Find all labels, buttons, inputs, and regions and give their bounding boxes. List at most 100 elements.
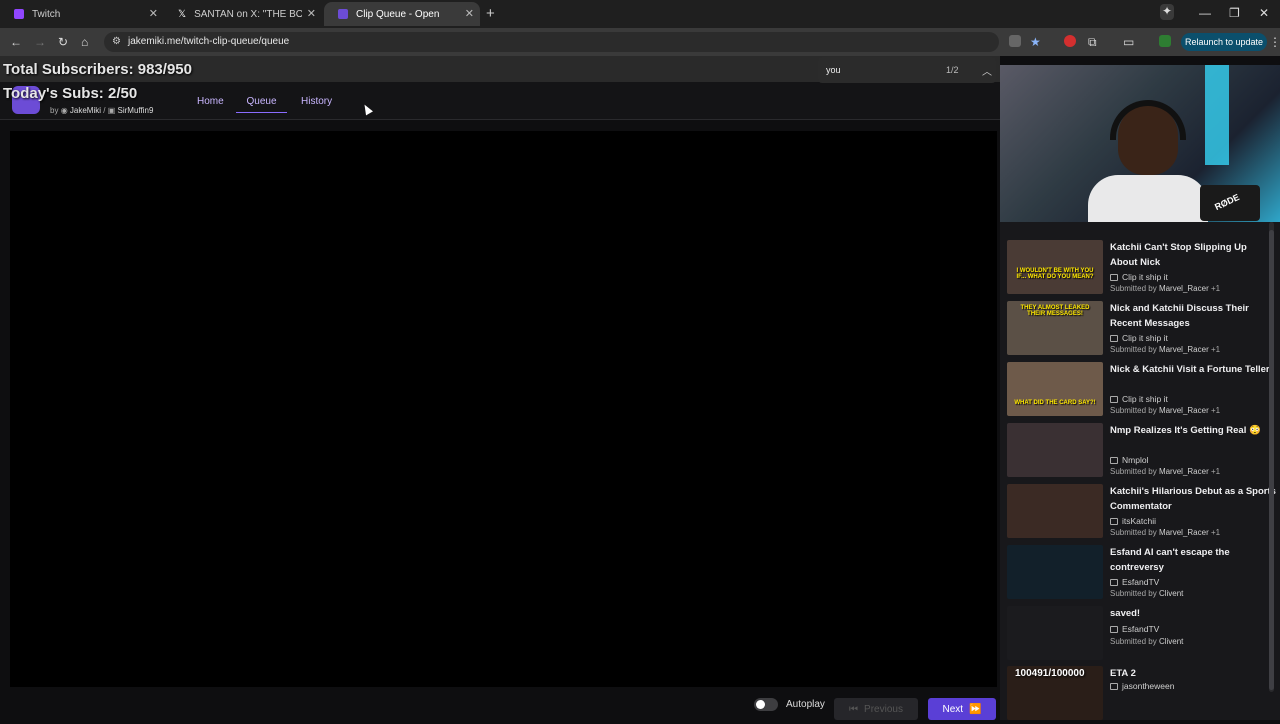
relaunch-button[interactable]: Relaunch to update [1181, 33, 1267, 51]
tab-twitch[interactable]: Twitch ✕ [0, 2, 164, 26]
clip-item[interactable]: I wouldn't be with you if... what do you… [1007, 240, 1277, 298]
url-field[interactable]: ⚙ jakemiki.me/twitch-clip-queue/queue [104, 32, 999, 52]
player-controls: Autoplay ⏮ Previous Next ⏩ [740, 696, 1000, 720]
clip-title: ETA 2 [1110, 668, 1136, 679]
nav-history[interactable]: History [301, 96, 332, 107]
clip-thumbnail[interactable] [1007, 423, 1103, 477]
tab-clip-queue[interactable]: Clip Queue - Open ✕ [324, 2, 480, 26]
channel-icon [1110, 396, 1118, 403]
author-link-2[interactable]: SirMuffin9 [118, 106, 154, 115]
app-byline: by ◉ JakeMiki / ▣ SirMuffin9 [50, 106, 153, 115]
find-query[interactable]: you [826, 65, 841, 75]
clip-channel: EsfandTV [1110, 624, 1159, 634]
url-text: jakemiki.me/twitch-clip-queue/queue [128, 36, 290, 47]
autoplay-toggle[interactable] [754, 698, 778, 711]
webcam-overlay: RØDE [1000, 65, 1280, 222]
clip-thumbnail[interactable] [1007, 484, 1103, 538]
reload-icon[interactable]: ↻ [58, 35, 68, 49]
clip-thumbnail[interactable] [1007, 606, 1103, 660]
clip-thumbnail[interactable]: 100491/100000 [1007, 666, 1103, 720]
streamer-shirt [1088, 175, 1208, 222]
maximize-icon[interactable]: ❐ [1229, 6, 1240, 20]
close-icon[interactable]: ✕ [307, 7, 316, 20]
clip-item[interactable]: Katchii's Hilarious Debut as a Sports Co… [1007, 484, 1277, 542]
clip-item[interactable]: What did the card say?! Nick & Katchii V… [1007, 362, 1277, 420]
window-close-icon[interactable]: ✕ [1259, 6, 1269, 20]
author-link-1[interactable]: JakeMiki [70, 106, 101, 115]
clip-channel: Nmplol [1110, 455, 1148, 465]
toggle-knob [756, 700, 765, 709]
github-icon: ◉ [60, 106, 68, 115]
clip-thumbnail[interactable]: What did the card say?! [1007, 362, 1103, 416]
clip-queue-list: I wouldn't be with you if... what do you… [1000, 222, 1280, 720]
channel-icon [1110, 626, 1118, 633]
thumbnail-caption: I wouldn't be with you if... what do you… [1016, 268, 1094, 280]
browser-tab-bar: Twitch ✕ 𝕏 SANTAN on X: "THE BOY WHO ✕ C… [0, 0, 1280, 28]
tab-santan[interactable]: 𝕏 SANTAN on X: "THE BOY WHO ✕ [164, 2, 322, 26]
chevron-up-icon[interactable]: ︿ [982, 63, 992, 78]
scrollbar-thumb[interactable] [1269, 230, 1274, 690]
clip-item[interactable]: They almost leaked their messages! Nick … [1007, 301, 1277, 359]
clip-submitter: Submitted by Marvel_Racer +1 [1110, 467, 1221, 476]
find-count: 1/2 [946, 65, 959, 75]
extensions-icon[interactable]: ⧉ [1088, 35, 1097, 50]
profile-icon[interactable] [1159, 35, 1171, 47]
thumbnail-caption: They almost leaked their messages! [1020, 305, 1090, 317]
forward-icon[interactable]: → [34, 35, 46, 49]
clip-list-scrollbar[interactable] [1269, 222, 1274, 692]
app-header: by ◉ JakeMiki / ▣ SirMuffin9 Home Queue … [0, 82, 1000, 120]
previous-button[interactable]: ⏮ Previous [834, 698, 918, 720]
clip-item[interactable]: saved! EsfandTV Submitted by Clivent [1007, 606, 1277, 664]
menu-icon[interactable]: ⋮ [1269, 35, 1280, 49]
thumbnail-counter: 100491/100000 [1015, 668, 1085, 679]
home-icon[interactable]: ⌂ [81, 35, 88, 49]
clip-title: saved! [1110, 608, 1141, 619]
close-icon[interactable]: ✕ [465, 7, 474, 20]
clip-thumbnail[interactable]: I wouldn't be with you if... what do you… [1007, 240, 1103, 294]
clip-channel: Clip it ship it [1110, 272, 1168, 282]
clip-submitter: Submitted by Marvel_Racer +1 [1110, 345, 1221, 354]
clip-item[interactable]: 100491/100000 ETA 2 jasontheween [1007, 666, 1277, 724]
clip-title: Nick & Katchii Visit a Fortune Teller [1110, 364, 1270, 375]
next-button[interactable]: Next ⏩ [928, 698, 996, 720]
today-subs-text: Today's Subs: 2/50 [3, 85, 138, 102]
clip-submitter: Submitted by Marvel_Racer +1 [1110, 528, 1221, 537]
chat-icon: ▣ [107, 106, 116, 115]
reader-icon[interactable] [1009, 35, 1021, 47]
clip-thumbnail[interactable] [1007, 545, 1103, 599]
clip-channel: Clip it ship it [1110, 333, 1168, 343]
clip-channel: jasontheween [1110, 681, 1174, 691]
clip-submitter: Submitted by Marvel_Racer +1 [1110, 406, 1221, 415]
channel-icon [1110, 335, 1118, 342]
clip-submitter: Submitted by Clivent [1110, 589, 1184, 598]
rewind-icon: ⏮ [849, 703, 859, 715]
nav-home[interactable]: Home [197, 96, 224, 107]
clip-title: Esfand AI can't escape the contreversy [1110, 547, 1230, 573]
clip-title: Nmp Realizes It's Getting Real 😳 [1110, 425, 1261, 436]
bookmark-star-icon[interactable]: ★ [1030, 35, 1041, 49]
channel-icon [1110, 457, 1118, 464]
twitch-icon [14, 9, 24, 19]
clip-title: Katchii Can't Stop Slipping Up About Nic… [1110, 242, 1247, 268]
tab-title: SANTAN on X: "THE BOY WHO [194, 8, 303, 20]
extension-red-icon[interactable] [1064, 35, 1076, 47]
clip-submitter: Submitted by Marvel_Racer +1 [1110, 284, 1221, 293]
clip-item[interactable]: Nmp Realizes It's Getting Real 😳 Nmplol … [1007, 423, 1277, 481]
close-icon[interactable]: ✕ [149, 7, 158, 20]
microphone: RØDE [1200, 185, 1260, 221]
clip-thumbnail[interactable]: They almost leaked their messages! [1007, 301, 1103, 355]
channel-icon [1110, 579, 1118, 586]
back-icon[interactable]: ← [10, 35, 22, 49]
site-info-icon[interactable]: ⚙ [112, 36, 121, 47]
copilot-icon[interactable]: ✦ [1160, 4, 1174, 20]
nav-queue[interactable]: Queue [236, 96, 287, 113]
channel-icon [1110, 518, 1118, 525]
new-tab-button[interactable]: + [486, 5, 495, 22]
clip-channel: itsKatchii [1110, 516, 1156, 526]
thumbnail-caption: What did the card say?! [1014, 400, 1096, 406]
minimize-icon[interactable]: — [1199, 6, 1211, 20]
cast-icon[interactable]: ▭ [1123, 35, 1134, 49]
clip-player[interactable] [10, 131, 997, 687]
find-bar[interactable]: you 1/2 ︿ [818, 57, 996, 83]
clip-item[interactable]: Esfand AI can't escape the contreversy E… [1007, 545, 1277, 603]
